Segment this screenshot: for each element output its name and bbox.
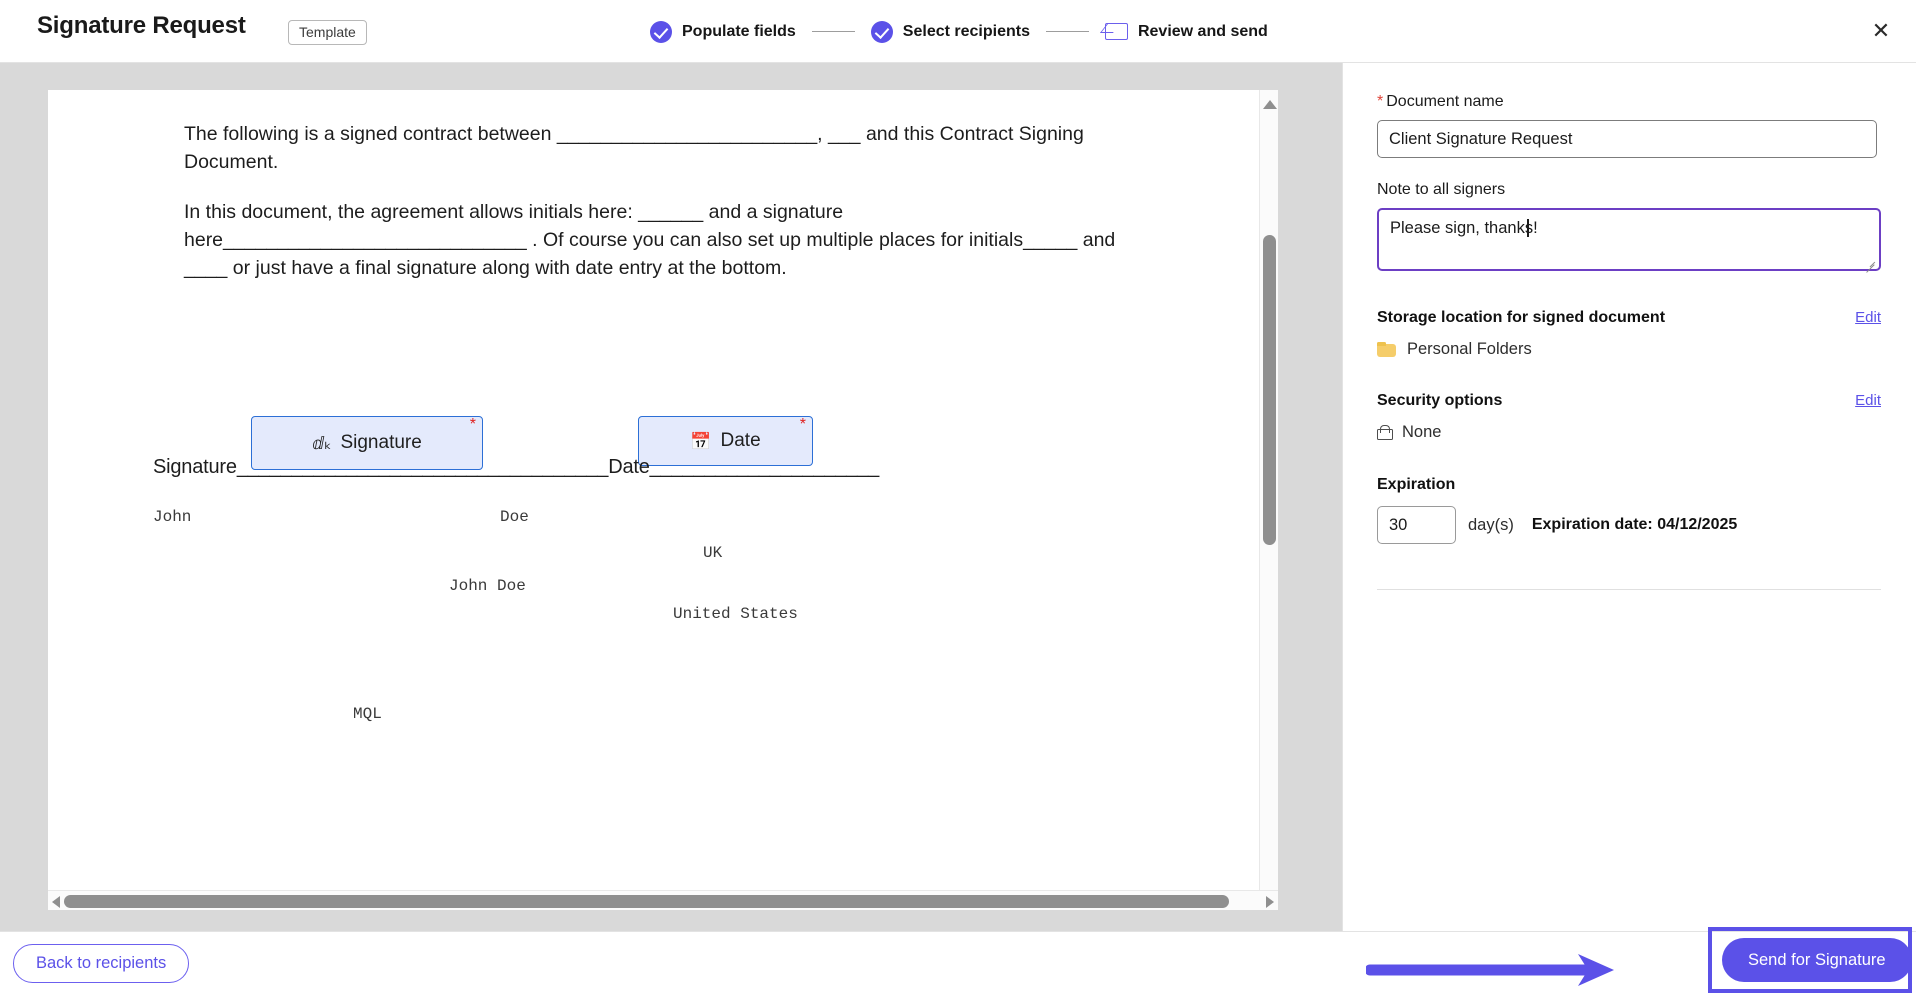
- label-text: Document name: [1386, 93, 1504, 110]
- expiration-unit-label: day(s): [1468, 515, 1514, 534]
- progress-stepper: Populate fields Select recipients Review…: [650, 0, 1268, 63]
- security-edit-link[interactable]: Edit: [1855, 392, 1881, 409]
- document-page: The following is a signed contract betwe…: [48, 90, 1278, 910]
- merge-value: MQL: [353, 705, 382, 723]
- panel-divider: [1377, 589, 1881, 590]
- step-connector: [811, 30, 855, 33]
- storage-title: Storage location for signed document: [1377, 309, 1666, 326]
- step-label: Populate fields: [682, 22, 796, 40]
- arrow-right-annotation: [1366, 954, 1614, 986]
- step-label: Select recipients: [902, 22, 1030, 40]
- check-circle-icon: [650, 20, 672, 43]
- required-marker: *: [799, 416, 806, 433]
- page-title: Signature Request: [37, 12, 246, 39]
- lock-icon: [1377, 425, 1393, 440]
- field-label: Date: [720, 430, 761, 451]
- document-name-input[interactable]: [1377, 120, 1877, 158]
- document-viewer: The following is a signed contract betwe…: [0, 63, 1342, 931]
- step-populate-fields[interactable]: Populate fields: [650, 20, 796, 43]
- step-select-recipients[interactable]: Select recipients: [870, 20, 1030, 43]
- scroll-up-arrow-icon[interactable]: [1263, 100, 1277, 109]
- send-for-signature-button[interactable]: Send for Signature: [1722, 938, 1912, 982]
- storage-edit-link[interactable]: Edit: [1855, 309, 1881, 326]
- merge-value: John Doe: [449, 577, 526, 595]
- security-value: None: [1402, 423, 1442, 441]
- document-paragraph: In this document, the agreement allows i…: [184, 201, 1116, 279]
- text-cursor: [1527, 219, 1529, 237]
- expiration-title: Expiration: [1377, 476, 1456, 493]
- security-title: Security options: [1377, 392, 1503, 409]
- vertical-scrollbar[interactable]: [1259, 90, 1278, 910]
- check-circle-icon: [870, 20, 893, 43]
- scroll-left-arrow-icon[interactable]: [52, 896, 60, 908]
- note-label: Note to all signers: [1377, 181, 1506, 198]
- expiration-days-input[interactable]: [1377, 506, 1456, 544]
- app-header: Signature Request Template Populate fiel…: [0, 0, 1916, 63]
- scroll-right-arrow-icon[interactable]: [1266, 896, 1274, 908]
- required-marker: *: [1377, 93, 1384, 110]
- signature-date-line: Signature_______________________________…: [153, 456, 880, 478]
- horizontal-scrollbar[interactable]: [48, 890, 1278, 910]
- horizontal-scrollbar-thumb[interactable]: [64, 895, 1229, 908]
- required-marker: *: [469, 416, 476, 433]
- step-review-and-send[interactable]: Review and send: [1104, 22, 1268, 41]
- note-to-signers-input[interactable]: [1377, 208, 1881, 271]
- vertical-scrollbar-thumb[interactable]: [1263, 235, 1276, 545]
- signature-icon: ⅆₖ: [312, 433, 332, 453]
- step-connector: [1045, 30, 1089, 33]
- storage-value: Personal Folders: [1407, 340, 1532, 358]
- merge-value: United States: [673, 605, 798, 623]
- security-section-header: Security options Edit: [1377, 392, 1881, 410]
- document-name-label: * Document name: [1377, 93, 1870, 111]
- template-badge: Template: [288, 20, 367, 45]
- document-body-text: The following is a signed contract betwe…: [184, 120, 1134, 304]
- merge-value: Doe: [500, 508, 529, 526]
- storage-section-header: Storage location for signed document Edi…: [1377, 309, 1881, 327]
- step-label: Review and send: [1137, 22, 1268, 40]
- merge-value: John: [153, 508, 192, 526]
- document-paragraph: The following is a signed contract betwe…: [184, 123, 1084, 173]
- folder-icon: [1377, 342, 1396, 357]
- mail-icon: [1104, 23, 1128, 40]
- merge-value: UK: [703, 544, 723, 562]
- calendar-icon: 📅: [690, 431, 712, 451]
- settings-panel: *Document name Note to all signers Stora…: [1342, 63, 1916, 931]
- security-value-row: None: [1377, 423, 1870, 442]
- back-to-recipients-button[interactable]: Back to recipients: [13, 944, 190, 983]
- field-label: Signature: [340, 432, 422, 453]
- note-field-wrapper: [1377, 208, 1881, 276]
- expiration-row: day(s) Expiration date: 04/12/2025: [1377, 506, 1870, 544]
- close-icon[interactable]: ✕: [1864, 14, 1898, 48]
- expiration-date-text: Expiration date: 04/12/2025: [1531, 516, 1738, 533]
- storage-value-row: Personal Folders: [1377, 340, 1870, 359]
